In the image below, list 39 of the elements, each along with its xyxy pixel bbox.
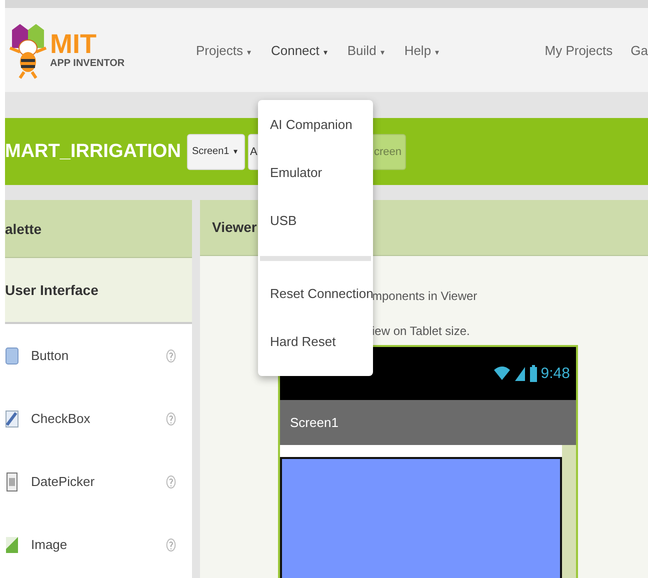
component-name[interactable]: Button: [31, 348, 166, 363]
logo-subtitle: APP INVENTOR: [50, 58, 125, 69]
menu-item[interactable]: Hard Reset: [258, 318, 373, 366]
menu-item[interactable]: AI Companion: [258, 101, 373, 149]
logo-title: MIT: [50, 31, 98, 58]
checkbox-icon: [5, 408, 19, 428]
component-name[interactable]: Image: [31, 537, 166, 552]
panel-title: alette: [5, 220, 42, 236]
menu-button[interactable]: Projects ▾: [196, 42, 251, 58]
viewer-option-text: iew on Tablet size.: [372, 324, 471, 338]
screen-title: Screen1: [290, 414, 338, 430]
menu-item[interactable]: Reset Connection: [258, 270, 373, 318]
calendar-icon: [5, 472, 19, 492]
component-name[interactable]: CheckBox: [31, 411, 166, 426]
screen-dropdown[interactable]: Screen1 ▾: [187, 134, 245, 170]
menu-button[interactable]: Build ▾: [347, 42, 384, 58]
menu-item[interactable]: Emulator: [258, 149, 373, 197]
help-icon: [166, 538, 176, 552]
menu-button[interactable]: Connect ▾: [270, 42, 328, 58]
section-header[interactable]: User Interface: [5, 282, 98, 298]
toolbar-button[interactable]: A: [248, 134, 258, 170]
menu-item[interactable]: USB: [258, 197, 373, 245]
help-icon: [166, 474, 176, 488]
project-name: MART_IRRIGATION: [5, 140, 182, 162]
help-icon: [166, 348, 176, 362]
help-icon: [166, 412, 176, 426]
panel-title: Viewer: [212, 219, 257, 236]
signal-icon: [514, 364, 526, 382]
nav-link[interactable]: My Projects: [544, 42, 613, 58]
wifi-icon: [492, 365, 511, 382]
viewer-option-text: mponents in Viewer: [372, 288, 478, 303]
image-icon: [5, 534, 19, 554]
bee-logo-icon: [8, 22, 48, 78]
nav-link[interactable]: Ga: [630, 42, 648, 58]
status-time: 9:48: [540, 364, 570, 382]
battery-icon: [528, 364, 538, 382]
menu-button[interactable]: Help ▾: [404, 42, 440, 58]
component-name[interactable]: DatePicker: [31, 474, 166, 489]
button-icon: [5, 346, 19, 366]
